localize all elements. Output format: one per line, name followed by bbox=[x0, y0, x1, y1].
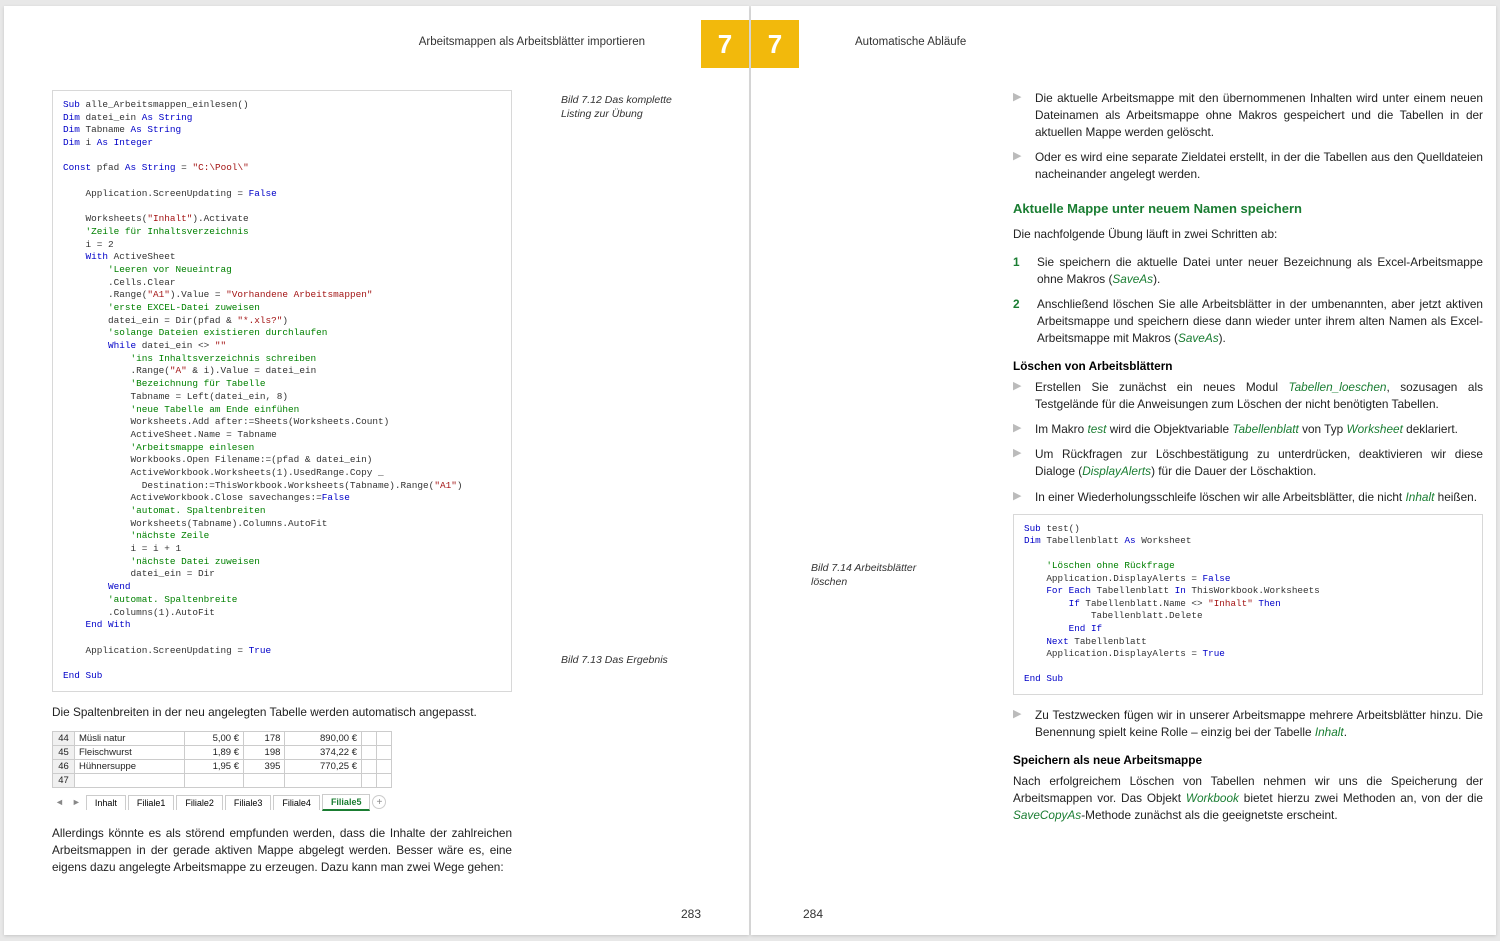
para-spaltenbreiten: Die Spaltenbreiten in der neu angelegten… bbox=[52, 704, 512, 721]
page-number-left: 283 bbox=[681, 907, 701, 921]
sheet-tab[interactable]: Inhalt bbox=[86, 795, 126, 810]
excel-sheet-tabs: ◄ ► Inhalt Filiale1 Filiale2 Filiale3 Fi… bbox=[52, 794, 701, 811]
chapter-badge-right: 7 bbox=[751, 20, 799, 68]
add-sheet-button[interactable]: + bbox=[372, 795, 386, 809]
bullet-item: ▶Erstellen Sie zunächst ein neues Modul … bbox=[1013, 379, 1483, 413]
step-1: 1Sie speichern die aktuelle Datei unter … bbox=[1013, 254, 1483, 288]
caption-7-12: Bild 7.12 Das komplette Listing zur Übun… bbox=[561, 94, 701, 121]
sheet-tab[interactable]: Filiale3 bbox=[225, 795, 272, 810]
bullet-item: ▶Oder es wird eine separate Zieldatei er… bbox=[1013, 149, 1483, 183]
caption-7-13: Bild 7.13 Das Ergebnis bbox=[561, 654, 701, 668]
chapter-badge-left: 7 bbox=[701, 20, 749, 68]
page-number-right: 284 bbox=[803, 907, 823, 921]
para-allerdings: Allerdings könnte es als störend empfund… bbox=[52, 825, 512, 876]
running-head-left: Arbeitsmappen als Arbeitsblätter importi… bbox=[419, 36, 645, 48]
heading-speichern-neue: Speichern als neue Arbeitsmappe bbox=[1013, 753, 1483, 767]
triangle-icon: ▶ bbox=[1013, 379, 1025, 413]
bullet-item: ▶In einer Wiederholungsschleife löschen … bbox=[1013, 489, 1483, 506]
para-speichern: Nach erfolgreichem Löschen von Tabellen … bbox=[1013, 773, 1483, 824]
heading-loeschen: Löschen von Arbeitsblättern bbox=[1013, 359, 1483, 373]
heading-aktuelle-mappe: Aktuelle Mappe unter neuem Namen speiche… bbox=[1013, 201, 1483, 216]
left-content: Sub alle_Arbeitsmappen_einlesen() Dim da… bbox=[52, 90, 701, 876]
excel-result-table: 44Müsli natur5,00 €178890,00 € 45Fleisch… bbox=[52, 731, 392, 788]
page-right: 7 Automatische Abläufe Bild 7.14 Arbeits… bbox=[751, 6, 1496, 935]
bullet-item: ▶Die aktuelle Arbeitsmappe mit den übern… bbox=[1013, 90, 1483, 141]
triangle-icon: ▶ bbox=[1013, 421, 1025, 438]
code-listing-7-12: Sub alle_Arbeitsmappen_einlesen() Dim da… bbox=[52, 90, 512, 692]
caption-7-14: Bild 7.14 Arbeitsblätter löschen bbox=[811, 562, 951, 589]
bullet-item: ▶Um Rückfragen zur Löschbestätigung zu u… bbox=[1013, 446, 1483, 480]
sheet-tab[interactable]: Filiale1 bbox=[128, 795, 175, 810]
sheet-tab[interactable]: Filiale2 bbox=[176, 795, 223, 810]
bullet-item: ▶Zu Testzwecken fügen wir in unserer Arb… bbox=[1013, 707, 1483, 741]
para-intro: Die nachfolgende Übung läuft in zwei Sch… bbox=[1013, 226, 1483, 243]
sheet-tab-active[interactable]: Filiale5 bbox=[322, 794, 371, 811]
triangle-icon: ▶ bbox=[1013, 446, 1025, 480]
sheet-tab[interactable]: Filiale4 bbox=[273, 795, 320, 810]
page-left: Arbeitsmappen als Arbeitsblätter importi… bbox=[4, 6, 749, 935]
running-head-right: Automatische Abläufe bbox=[855, 36, 966, 48]
triangle-icon: ▶ bbox=[1013, 149, 1025, 183]
tab-nav-prev[interactable]: ◄ bbox=[52, 797, 67, 807]
code-listing-test: Sub test() Dim Tabellenblatt As Workshee… bbox=[1013, 514, 1483, 695]
tab-nav-next[interactable]: ► bbox=[69, 797, 84, 807]
book-spread: Arbeitsmappen als Arbeitsblätter importi… bbox=[4, 6, 1496, 935]
triangle-icon: ▶ bbox=[1013, 489, 1025, 506]
triangle-icon: ▶ bbox=[1013, 707, 1025, 741]
right-content: ▶Die aktuelle Arbeitsmappe mit den übern… bbox=[1013, 90, 1483, 824]
bullet-item: ▶Im Makro test wird die Objektvariable T… bbox=[1013, 421, 1483, 438]
triangle-icon: ▶ bbox=[1013, 90, 1025, 141]
step-2: 2Anschließend löschen Sie alle Arbeitsbl… bbox=[1013, 296, 1483, 347]
